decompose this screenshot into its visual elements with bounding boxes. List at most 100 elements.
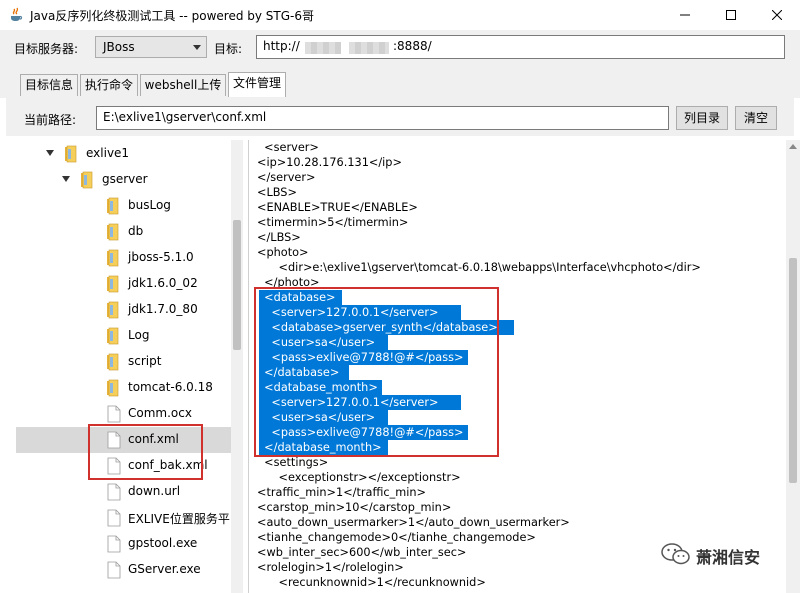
- tree-item-label: GServer.exe: [128, 562, 201, 576]
- folder-icon: [107, 353, 119, 371]
- highlight-box-files: [88, 424, 203, 480]
- tree-item-label: exlive1: [86, 146, 130, 160]
- target-toolbar: 目标服务器: JBoss 目标: http:// :8888/: [0, 30, 800, 66]
- code-line: </server>: [257, 171, 316, 184]
- folder-icon: [65, 145, 77, 163]
- tree-file-item[interactable]: down.url: [16, 479, 231, 505]
- tab-label: 文件管理: [232, 76, 281, 90]
- tab-target-info[interactable]: 目标信息: [20, 74, 78, 96]
- code-line: <traffic_min>1</traffic_min>: [257, 486, 427, 499]
- tree-folder-item[interactable]: busLog: [16, 193, 231, 219]
- tree-item-label: db: [128, 224, 144, 238]
- tree-file-item[interactable]: gpstool.exe: [16, 531, 231, 557]
- target-label: 目标:: [214, 42, 243, 56]
- tree-item-label: Log: [128, 328, 150, 342]
- list-directory-button[interactable]: 列目录: [676, 106, 728, 130]
- file-icon: [107, 483, 121, 501]
- tree-item-label: EXLIVE位置服务平台用: [128, 512, 243, 526]
- file-icon: [107, 405, 121, 423]
- tab-strip: 目标信息 执行命令 webshell上传 文件管理: [0, 66, 800, 98]
- target-url-input[interactable]: http:// :8888/: [256, 35, 785, 59]
- server-label: 目标服务器:: [14, 42, 79, 56]
- tree-item-label: busLog: [128, 198, 171, 212]
- tree-item-label: gpstool.exe: [128, 536, 198, 550]
- tab-label: webshell上传: [144, 78, 222, 92]
- folder-icon: [107, 197, 119, 215]
- folder-icon: [107, 249, 119, 267]
- tree-file-item[interactable]: GServer.exe: [16, 557, 231, 583]
- code-line: </LBS>: [257, 231, 301, 244]
- minimize-button[interactable]: [662, 0, 708, 30]
- tab-webshell-upload[interactable]: webshell上传: [140, 74, 226, 96]
- code-line: <dir>e:\exlive1\gserver\tomcat-6.0.18\we…: [257, 261, 701, 274]
- current-path-input[interactable]: E:\exlive1\gserver\conf.xml: [96, 106, 669, 130]
- tab-file-manager[interactable]: 文件管理: [228, 72, 286, 97]
- tab-label: 执行命令: [84, 78, 133, 92]
- folder-icon: [107, 327, 119, 345]
- code-line: <LBS>: [257, 186, 297, 199]
- tree-item-label: jdk1.7.0_80: [128, 302, 198, 316]
- scrollbar-thumb[interactable]: [233, 220, 241, 350]
- current-path-value: E:\exlive1\gserver\conf.xml: [103, 110, 267, 124]
- maximize-button[interactable]: [708, 0, 754, 30]
- folder-icon: [107, 275, 119, 293]
- wechat-icon: [661, 543, 690, 565]
- folder-icon: [107, 223, 119, 241]
- code-line: <rolelogin>1</rolelogin>: [257, 561, 404, 574]
- chevron-down-icon: [193, 45, 201, 50]
- folder-icon: [107, 379, 119, 397]
- code-line: <settings>: [257, 456, 329, 469]
- java-app-icon: [11, 7, 23, 21]
- folder-icon: [81, 171, 93, 189]
- close-icon: [772, 10, 782, 20]
- server-select-value: JBoss: [103, 40, 135, 54]
- code-line: <wb_inter_sec>600</wb_inter_sec>: [257, 546, 467, 559]
- tree-folder-item[interactable]: script: [16, 349, 231, 375]
- tree-scrollbar[interactable]: [231, 140, 243, 593]
- code-line: <carstop_min>10</carstop_min>: [257, 501, 452, 514]
- code-line: <timermin>5</timermin>: [257, 216, 409, 229]
- code-line: <photo>: [257, 246, 309, 259]
- scroll-up-icon[interactable]: [789, 144, 797, 149]
- tree-item-label: down.url: [128, 484, 181, 498]
- highlight-box-database: [254, 287, 499, 457]
- code-line: <ENABLE>TRUE</ENABLE>: [257, 201, 418, 214]
- server-select[interactable]: JBoss: [95, 36, 207, 58]
- tree-item-label: jboss-5.1.0: [128, 250, 194, 264]
- watermark-text: 萧湘信安: [696, 548, 761, 567]
- tree-item-label: jdk1.6.0_02: [128, 276, 198, 290]
- tree-folder-item[interactable]: tomcat-6.0.18: [16, 375, 231, 401]
- clear-button[interactable]: 清空: [735, 106, 777, 130]
- expand-arrow-icon[interactable]: [46, 150, 54, 156]
- close-button[interactable]: [754, 0, 800, 30]
- code-line: <tianhe_changemode>0</tianhe_changemode>: [257, 531, 536, 544]
- maximize-icon: [726, 10, 736, 20]
- folder-icon: [107, 301, 119, 319]
- path-bar: 当前路径: E:\exlive1\gserver\conf.xml 列目录 清空: [6, 98, 794, 136]
- file-icon: [107, 561, 121, 579]
- tree-item-label: tomcat-6.0.18: [128, 380, 213, 394]
- tree-file-item[interactable]: EXLIVE位置服务平台用: [16, 505, 243, 531]
- content-scrollbar[interactable]: [786, 140, 800, 593]
- tree-folder-item[interactable]: jboss-5.1.0: [16, 245, 231, 271]
- tree-folder-item[interactable]: jdk1.6.0_02: [16, 271, 231, 297]
- code-line: <server>: [257, 141, 319, 154]
- target-url-prefix: http://: [263, 39, 300, 53]
- tree-item-label: script: [128, 354, 162, 368]
- code-line: <exceptionstr></exceptionstr>: [257, 471, 461, 484]
- tab-exec-command[interactable]: 执行命令: [80, 74, 138, 96]
- tree-folder-item[interactable]: Log: [16, 323, 231, 349]
- window-title: Java反序列化终极测试工具 -- powered by STG-6哥: [30, 9, 315, 23]
- tree-item-label: gserver: [102, 172, 148, 186]
- tree-folder-item[interactable]: db: [16, 219, 231, 245]
- tree-folder-item[interactable]: jdk1.7.0_80: [16, 297, 231, 323]
- tree-folder-item[interactable]: gserver: [16, 167, 231, 193]
- scrollbar-thumb[interactable]: [789, 258, 797, 483]
- file-icon: [107, 509, 121, 527]
- title-bar: Java反序列化终极测试工具 -- powered by STG-6哥: [0, 0, 800, 30]
- redacted-mask: [349, 42, 389, 54]
- redacted-mask: [305, 42, 341, 54]
- tree-folder-item[interactable]: exlive1: [16, 141, 231, 167]
- expand-arrow-icon[interactable]: [62, 176, 70, 182]
- file-icon: [107, 535, 121, 553]
